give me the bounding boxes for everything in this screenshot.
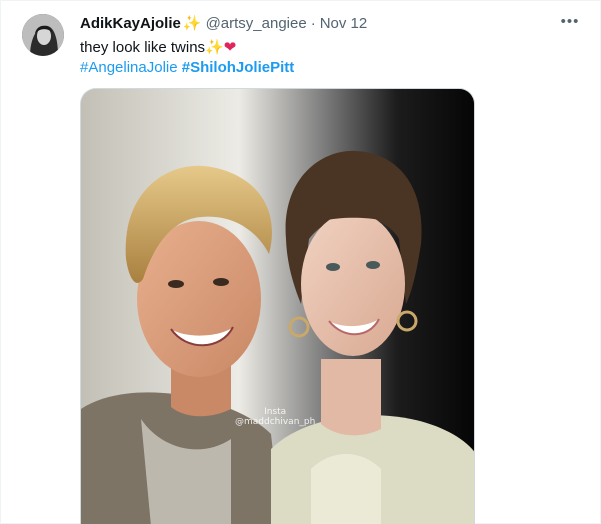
separator-dot: · bbox=[310, 14, 316, 32]
tweet-media-image[interactable]: Insta @maddchivan_ph bbox=[80, 88, 475, 524]
avatar-image bbox=[22, 14, 64, 56]
display-name[interactable]: AdikKayAjolie bbox=[80, 15, 181, 32]
more-options-icon[interactable]: ••• bbox=[558, 11, 582, 31]
sparkle-emoji-icon: ✨ bbox=[205, 39, 224, 56]
image-watermark: Insta @maddchivan_ph bbox=[235, 407, 315, 427]
hashtag-angelinajolie[interactable]: #AngelinaJolie bbox=[80, 59, 178, 76]
hashtag-shilohjoliepitt[interactable]: #ShilohJoliePitt bbox=[182, 59, 295, 76]
tweet-text-content: they look like twins bbox=[80, 39, 206, 56]
tweet-card[interactable]: AdikKayAjolie ✨ @artsy_angiee · Nov 12 •… bbox=[0, 0, 601, 524]
watermark-line-1: Insta bbox=[264, 407, 287, 417]
tweet-header: AdikKayAjolie ✨ @artsy_angiee · Nov 12 bbox=[80, 13, 367, 33]
hashtag-line: #AngelinaJolie #ShilohJoliePitt bbox=[80, 58, 294, 78]
tweet-text: they look like twins✨❤ bbox=[80, 38, 236, 58]
sparkle-icon: ✨ bbox=[182, 15, 202, 32]
user-handle[interactable]: @artsy_angiee bbox=[206, 15, 307, 32]
photo-collage bbox=[81, 89, 474, 524]
watermark-line-2: @maddchivan_ph bbox=[235, 417, 316, 427]
user-avatar[interactable] bbox=[22, 14, 64, 56]
tweet-date[interactable]: Nov 12 bbox=[320, 15, 368, 32]
heart-emoji-icon: ❤ bbox=[223, 39, 237, 56]
